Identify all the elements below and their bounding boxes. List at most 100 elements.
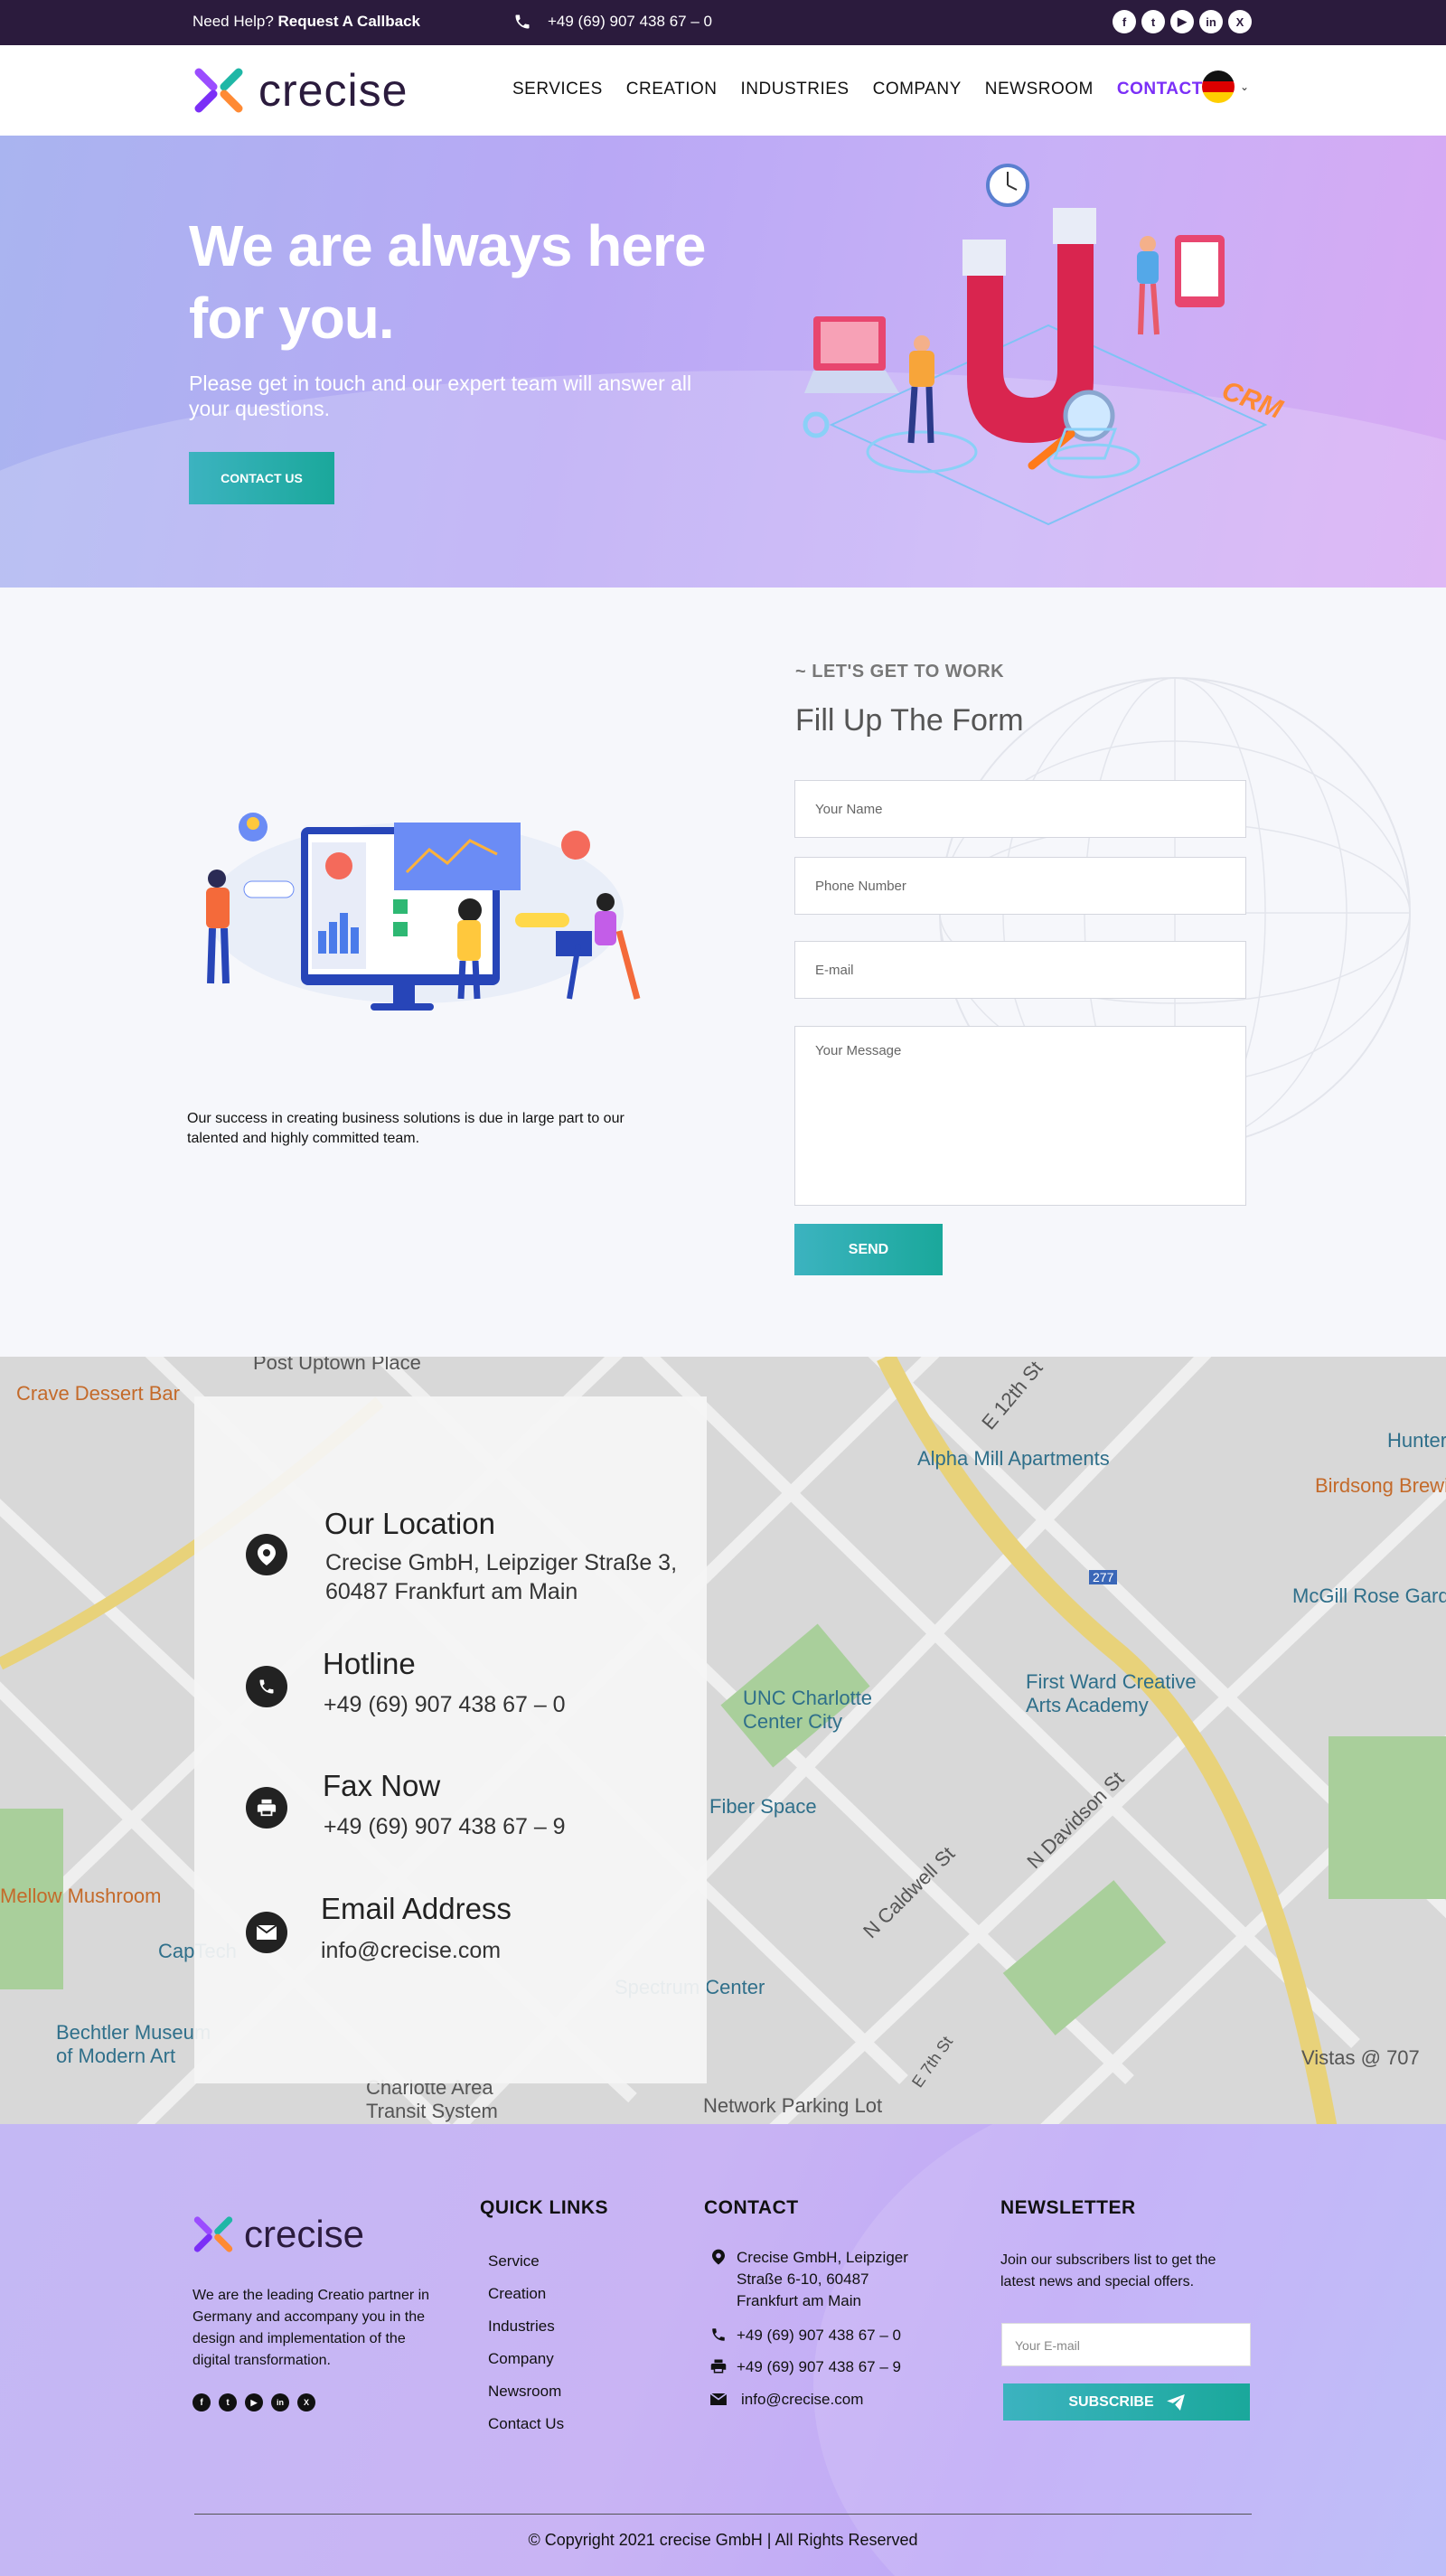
email-field[interactable]: E-mail	[794, 941, 1246, 999]
location-pin-icon	[712, 2249, 725, 2270]
map-label: Post Uptown Place	[253, 1357, 421, 1374]
quick-links-title: QUICK LINKS	[480, 2197, 608, 2218]
send-plane-icon	[1166, 2393, 1185, 2411]
newsletter-email-input[interactable]: Your E-mail	[1001, 2323, 1251, 2366]
form-kicker: ~ LET'S GET TO WORK	[795, 662, 1005, 682]
nav-menu: SERVICES CREATION INDUSTRIES COMPANY NEW…	[512, 80, 1226, 99]
youtube-icon[interactable]: ▶	[1170, 10, 1194, 33]
site-logo[interactable]: crecise	[192, 63, 408, 118]
footer-link-industries[interactable]: Industries	[488, 2317, 555, 2336]
map-label: Vistas @ 707	[1301, 2046, 1420, 2069]
map-label: Fiber Space	[709, 1795, 817, 1818]
message-field[interactable]: Your Message	[794, 1026, 1246, 1206]
map-label: Alpha Mill Apartments	[917, 1447, 1110, 1470]
map-label: McGill Rose Garden Events	[1292, 1584, 1446, 1607]
name-field[interactable]: Your Name	[794, 780, 1246, 838]
xing-icon[interactable]: X	[1228, 10, 1252, 33]
facebook-icon[interactable]: f	[192, 2393, 211, 2411]
contact-form-section: Our success in creating business solutio…	[0, 588, 1446, 1357]
nav-item-industries[interactable]: INDUSTRIES	[741, 80, 850, 99]
team-dashboard-illustration	[206, 813, 641, 1011]
chevron-down-icon: ⌄	[1240, 80, 1250, 93]
map-label: UNC Charlotte Center City	[743, 1687, 873, 1733]
crm-magnet-illustration: CRM	[803, 164, 1287, 526]
youtube-icon[interactable]: ▶	[245, 2393, 263, 2411]
twitter-icon[interactable]: t	[1141, 10, 1165, 33]
fax-text: +49 (69) 907 438 67 – 9	[324, 1814, 566, 1839]
german-flag-icon	[1202, 71, 1235, 103]
help-callback[interactable]: Need Help? Request A Callback	[192, 13, 420, 31]
envelope-icon	[246, 1912, 287, 1953]
request-callback-link[interactable]: Request A Callback	[278, 13, 420, 30]
linkedin-icon[interactable]: in	[1199, 10, 1223, 33]
contact-us-button[interactable]: CONTACT US	[189, 452, 334, 504]
location-text: Crecise GmbH, Leipziger Straße 3, 60487 …	[325, 1550, 678, 1604]
contact-info-card: Our Location Crecise GmbH, Leipziger Str…	[194, 1396, 707, 2083]
footer-address: Crecise GmbH, Leipziger Straße 6-10, 604…	[737, 2249, 908, 2309]
map-label: First Ward Creative Arts Academy	[1026, 1670, 1197, 1716]
map-label: Hunter Wrecker	[1387, 1429, 1446, 1452]
team-description: Our success in creating business solutio…	[187, 1111, 624, 1146]
top-bar: Need Help? Request A Callback +49 (69) 9…	[0, 0, 1446, 45]
nav-item-newsroom[interactable]: NEWSROOM	[985, 80, 1094, 99]
footer-link-service[interactable]: Service	[488, 2252, 540, 2270]
facebook-icon[interactable]: f	[1113, 10, 1136, 33]
hero-title: We are always here for you.	[189, 213, 706, 351]
footer-link-creation[interactable]: Creation	[488, 2285, 546, 2303]
hotline-title: Hotline	[323, 1647, 416, 1680]
fax-title: Fax Now	[323, 1769, 441, 1802]
map-label: Crave Dessert Bar	[16, 1382, 180, 1405]
map-label: Mellow Mushroom	[0, 1885, 162, 1907]
subscribe-button[interactable]: SUBSCRIBE	[1003, 2383, 1250, 2421]
newsletter-text: Join our subscribers list to get the lat…	[1000, 2252, 1216, 2289]
twitter-icon[interactable]: t	[219, 2393, 237, 2411]
map-label: Network Parking Lot	[703, 2094, 883, 2117]
location-pin-icon	[246, 1534, 287, 1575]
hero-subtitle: Please get in touch and our expert team …	[189, 371, 692, 420]
language-switcher[interactable]: ⌄	[1202, 71, 1249, 103]
xing-icon[interactable]: X	[297, 2393, 315, 2411]
footer-link-newsroom[interactable]: Newsroom	[488, 2383, 561, 2401]
crecise-logo-icon	[193, 2216, 233, 2252]
topbar-phone[interactable]: +49 (69) 907 438 67 – 0	[513, 13, 712, 31]
footer-logo-text: crecise	[244, 2213, 365, 2255]
fax-printer-icon	[710, 2358, 727, 2379]
logo-text: crecise	[258, 65, 408, 116]
footer-link-company[interactable]: Company	[488, 2350, 554, 2368]
footer-about: We are the leading Creatio partner in Ge…	[192, 2288, 430, 2368]
fax-printer-icon	[246, 1787, 287, 1829]
location-title: Our Location	[324, 1507, 495, 1540]
nav-item-services[interactable]: SERVICES	[512, 80, 603, 99]
email-text[interactable]: info@crecise.com	[321, 1936, 501, 1965]
newsletter-title: NEWSLETTER	[1000, 2197, 1136, 2218]
phone-icon	[246, 1666, 287, 1707]
phone-icon	[515, 14, 530, 29]
nav-item-contact[interactable]: CONTACT	[1117, 80, 1203, 99]
footer-social: f t ▶ in X	[192, 2393, 315, 2411]
nav-item-company[interactable]: COMPANY	[873, 80, 962, 99]
phone-field[interactable]: Phone Number	[794, 857, 1246, 915]
email-title: Email Address	[321, 1892, 512, 1925]
crecise-logo-icon	[194, 68, 243, 113]
subscribe-label: SUBSCRIBE	[1068, 2393, 1154, 2410]
phone-icon	[710, 2327, 727, 2347]
footer-divider	[194, 2514, 1252, 2515]
form-title: Fill Up The Form	[795, 703, 1024, 738]
nav-item-creation[interactable]: CREATION	[626, 80, 718, 99]
linkedin-icon[interactable]: in	[271, 2393, 289, 2411]
footer-email[interactable]: info@crecise.com	[741, 2389, 863, 2411]
help-prefix: Need Help?	[192, 13, 274, 30]
hotline-text[interactable]: +49 (69) 907 438 67 – 0	[324, 1690, 566, 1719]
envelope-icon	[709, 2393, 728, 2410]
send-button[interactable]: SEND	[794, 1224, 943, 1275]
footer-link-contact-us[interactable]: Contact Us	[488, 2415, 564, 2433]
footer-fax: +49 (69) 907 438 67 – 9	[737, 2358, 901, 2375]
topbar-phone-text: +49 (69) 907 438 67 – 0	[548, 13, 712, 30]
footer-phone[interactable]: +49 (69) 907 438 67 – 0	[737, 2325, 901, 2346]
footer-logo[interactable]: crecise	[192, 2213, 364, 2256]
map-label: 277	[1089, 1570, 1118, 1584]
copyright-text: © Copyright 2021 crecise GmbH | All Righ…	[528, 2531, 918, 2549]
footer-contact-title: CONTACT	[704, 2197, 799, 2218]
social-links: f t ▶ in X	[1113, 10, 1252, 33]
map-label: Birdsong Brewing	[1315, 1474, 1446, 1497]
